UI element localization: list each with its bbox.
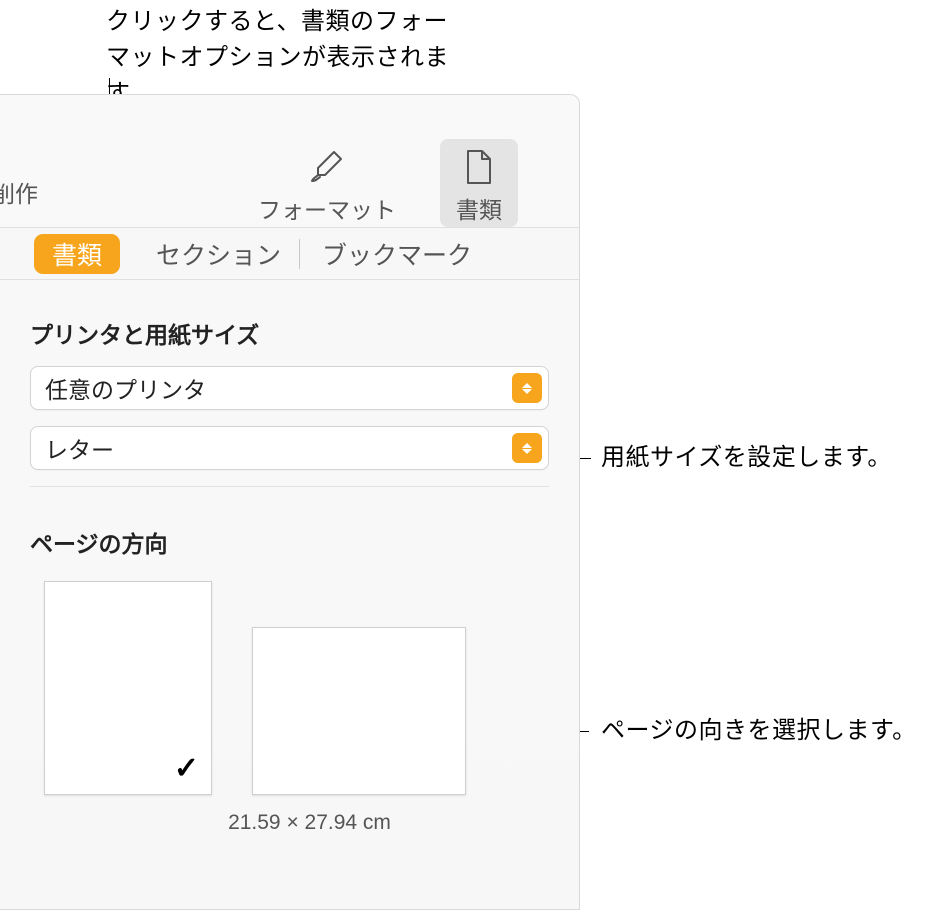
paper-size-value: レター [31,431,512,465]
printer-popup[interactable]: 任意のプリンタ [30,366,549,410]
subtab-divider [299,239,300,269]
stepper-arrows-icon [512,433,542,463]
orientation-title: ページの方向 [30,525,549,559]
document-icon [456,143,502,191]
toolbar-item-document[interactable]: 書類 [440,139,518,227]
subtab-document[interactable]: 書類 [34,234,120,274]
document-inspector-panel: 削作 フォーマット [0,94,580,910]
page-dimensions: 21.59 × 27.94 cm [70,811,549,835]
printer-paper-title: プリンタと用紙サイズ [30,316,549,350]
subtab-section[interactable]: セクション [138,234,299,274]
toolbar-item-format[interactable]: フォーマット [242,139,412,227]
orientation-portrait[interactable]: ✓ [44,581,212,795]
orientation-options: ✓ [44,581,549,795]
toolbar: 削作 フォーマット [0,95,579,227]
stepper-arrows-icon [512,373,542,403]
toolbar-format-label: フォーマット [258,191,396,225]
paintbrush-icon [258,143,396,191]
checkmark-icon: ✓ [174,751,199,786]
orientation-landscape[interactable] [252,627,466,795]
toolbar-document-label: 書類 [456,191,502,225]
subtab-bar: 書類 セクション ブックマーク [0,227,579,280]
toolbar-item-partial-label: 削作 [0,175,38,209]
paper-size-popup[interactable]: レター [30,426,549,470]
inspector-content: プリンタと用紙サイズ 任意のプリンタ レター ページの方向 ✓ 21.59 × … [0,280,579,835]
subtab-bookmark[interactable]: ブックマーク [304,234,490,274]
callout-paper-size: 用紙サイズを設定します。 [601,440,892,476]
printer-value: 任意のプリンタ [31,371,512,405]
section-divider [30,486,549,487]
callout-orientation: ページの向きを選択します。 [601,713,917,749]
toolbar-item-partial[interactable]: 削作 [0,175,38,209]
